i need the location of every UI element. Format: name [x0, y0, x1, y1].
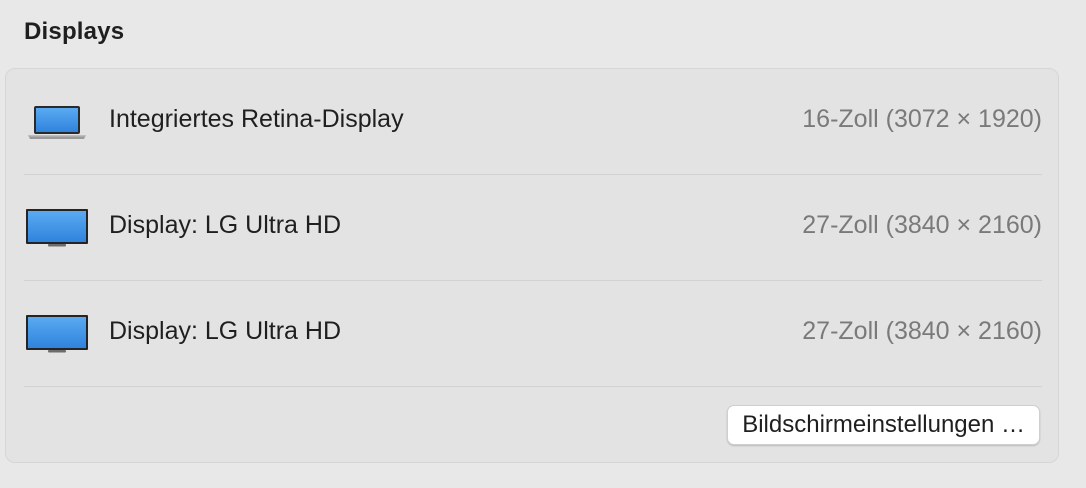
display-row-lg-2[interactable]: Display: LG Ultra HD 27-Zoll (3840 × 216…	[24, 281, 1042, 387]
display-spec: 27-Zoll (3840 × 2160)	[802, 211, 1042, 239]
monitor-icon	[26, 315, 88, 353]
display-spec: 27-Zoll (3840 × 2160)	[802, 317, 1042, 345]
laptop-icon	[28, 106, 86, 139]
display-name: Display: LG Ultra HD	[109, 317, 341, 345]
display-row-lg-1[interactable]: Display: LG Ultra HD 27-Zoll (3840 × 216…	[24, 175, 1042, 281]
display-settings-button[interactable]: Bildschirmeinstellungen …	[727, 405, 1040, 445]
display-name: Integriertes Retina-Display	[109, 105, 404, 133]
displays-panel: Integriertes Retina-Display 16-Zoll (307…	[5, 68, 1059, 463]
display-spec: 16-Zoll (3072 × 1920)	[802, 105, 1042, 133]
display-name: Display: LG Ultra HD	[109, 211, 341, 239]
section-title: Displays	[24, 18, 125, 45]
monitor-icon	[26, 209, 88, 247]
display-row-builtin[interactable]: Integriertes Retina-Display 16-Zoll (307…	[24, 69, 1042, 175]
